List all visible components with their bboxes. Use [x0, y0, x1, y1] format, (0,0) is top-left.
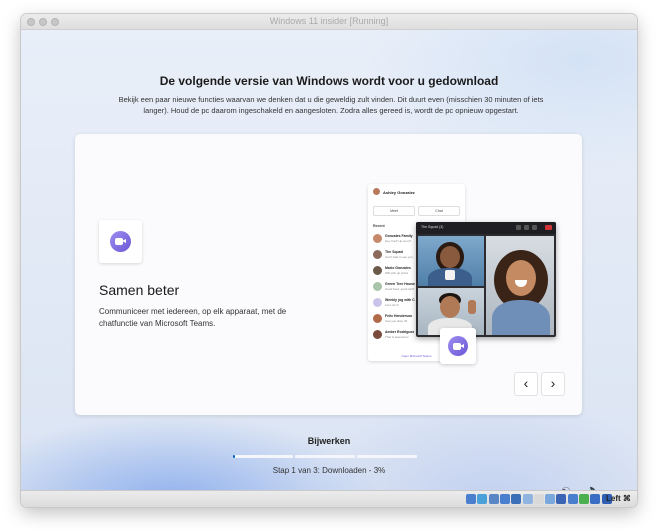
avatar	[373, 234, 382, 243]
guest-additions-icon[interactable]	[567, 494, 578, 504]
update-label: Bijwerken	[307, 436, 351, 446]
progress-fill	[233, 455, 235, 458]
page-description: Bekijk een paar nieuwe functies waarvan …	[118, 95, 544, 115]
end-call-icon	[545, 225, 552, 230]
avatar	[373, 188, 380, 195]
optical-drive-icon[interactable]	[477, 494, 488, 504]
feature-card: Samen beter Communiceer met iedereen, op…	[75, 134, 582, 415]
usb-icon[interactable]	[511, 494, 522, 504]
chat-item-name: Weekly jog with C	[385, 298, 415, 302]
video-call-title: The Squad (3)	[421, 225, 444, 229]
display-icon[interactable]	[533, 494, 544, 504]
video-call-illustration: The Squad (3)	[416, 222, 556, 337]
title-bar[interactable]: Windows 11 insider [Running]	[21, 14, 637, 30]
progress-segment	[233, 455, 293, 458]
avatar	[373, 266, 382, 275]
next-button[interactable]: ›	[541, 372, 565, 396]
window-title: Windows 11 insider [Running]	[269, 16, 389, 26]
shared-folders-icon[interactable]	[522, 494, 533, 504]
feature-description: Communiceer met iedereen, op elk apparaa…	[99, 307, 287, 328]
avatar	[373, 250, 382, 259]
avatar	[373, 314, 382, 323]
page-title: De volgende versie van Windows wordt voo…	[159, 74, 499, 88]
chat-item-name: Mario Gonzales	[385, 266, 411, 270]
audio-icon[interactable]	[488, 494, 499, 504]
chat-item-name: Green Tree House	[385, 282, 415, 286]
avatar	[373, 330, 382, 339]
cpu-icon[interactable]	[590, 494, 601, 504]
chat-item-preview: Hey Carl! Up soon?	[385, 239, 412, 243]
network-icon[interactable]	[499, 494, 510, 504]
teams-chat-icon	[99, 220, 142, 263]
chat-item-name: Felix Henderson	[385, 314, 413, 318]
vm-screen[interactable]: De volgende versie van Windows wordt voo…	[21, 30, 637, 490]
teams-badge-icon	[440, 328, 476, 364]
harddisk-icon[interactable]	[466, 494, 476, 504]
chat-item-name: The Squad	[385, 250, 403, 254]
recent-label: Recent	[373, 224, 385, 228]
chat-item-name: Amber Rodriguez	[385, 330, 415, 334]
chat-item-name: Gonzales Family	[385, 234, 413, 238]
video-capture-icon[interactable]	[545, 494, 556, 504]
chat-button: Chat	[418, 206, 460, 216]
virtualbox-window: Windows 11 insider [Running] De volgende…	[21, 14, 637, 507]
progress-status: Stap 1 van 3: Downloaden - 3%	[272, 466, 386, 475]
chat-item-preview: Can you drop off	[385, 319, 408, 323]
avatar	[373, 298, 382, 307]
previous-button[interactable]: ‹	[514, 372, 538, 396]
host-key-label: Left ⌘	[606, 494, 631, 503]
meet-button: Meet	[373, 206, 415, 216]
chat-user-name: Ashley Gonzalez	[383, 190, 415, 195]
chat-item-preview: That is awesome!	[385, 335, 409, 339]
progress-segment	[295, 455, 355, 458]
recording-icon[interactable]	[556, 494, 567, 504]
chat-item-preview: Can't wait to see you	[385, 255, 413, 259]
chat-item-preview: Will pick up pizza	[385, 271, 409, 275]
avatar	[373, 282, 382, 291]
participant-tile	[486, 236, 554, 335]
progress-segment	[357, 455, 417, 458]
virtualbox-status-bar: Left ⌘	[21, 490, 637, 507]
feature-title: Samen beter	[99, 282, 180, 298]
chat-item-preview: Good food, good stuff	[385, 287, 414, 291]
participant-tile	[418, 236, 484, 286]
chat-item-preview: Let's do it!	[385, 303, 399, 307]
mouse-integration-icon[interactable]	[579, 494, 589, 504]
